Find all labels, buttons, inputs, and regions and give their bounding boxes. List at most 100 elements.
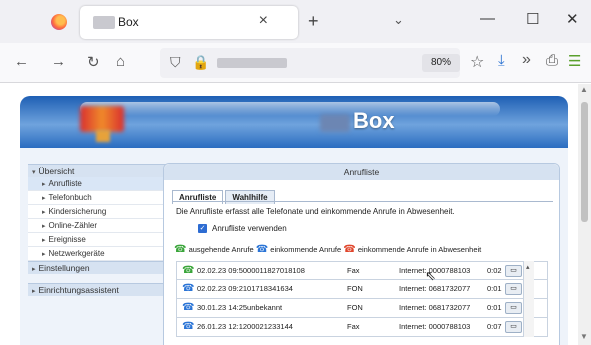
call-duration: 0:02 bbox=[487, 266, 502, 275]
back-button[interactable]: ← bbox=[14, 53, 29, 70]
sidebar-item-telefonbuch[interactable]: ▸ Telefonbuch bbox=[28, 191, 166, 205]
downloads-icon[interactable]: ⤓ bbox=[498, 52, 505, 69]
expand-arrow-icon: ▸ bbox=[32, 266, 36, 273]
sidebar-item-anrufliste[interactable]: ▸ Anrufliste bbox=[28, 177, 166, 191]
expand-arrow-icon: ▸ bbox=[32, 288, 36, 295]
scroll-up-arrow-icon[interactable]: ▴ bbox=[526, 263, 530, 271]
url-text-redacted bbox=[217, 58, 287, 68]
use-call-list-label[interactable]: Anrufliste verwenden bbox=[212, 224, 287, 233]
brand-logo-tail bbox=[96, 130, 110, 142]
sidebar-item-netzwerkgeraete[interactable]: ▸ Netzwerkgeräte bbox=[28, 247, 166, 261]
call-duration: 0:01 bbox=[487, 284, 502, 293]
close-window-button[interactable]: ✕ bbox=[566, 10, 579, 28]
table-row[interactable]: ☎ 02.02.23 09:2101718341634 FON Internet… bbox=[176, 280, 548, 299]
call-device-type: FON bbox=[347, 303, 363, 312]
table-row[interactable]: ☎ 26.01.23 12:1200021233144 Fax Internet… bbox=[176, 318, 548, 337]
tab-close-icon[interactable]: × bbox=[259, 12, 268, 30]
legend-missed: einkommende Anrufe in Abwesenheit bbox=[357, 245, 482, 254]
legend-incoming: einkommende Anrufe bbox=[270, 245, 342, 254]
scroll-down-icon[interactable]: ▼ bbox=[580, 332, 588, 341]
page-body: ▾ Übersicht ▸ Anrufliste ▸ Telefonbuch ▸ Kin… bbox=[20, 148, 568, 345]
scroll-up-icon[interactable]: ▲ bbox=[580, 85, 588, 94]
sidebar-section-label: Übersicht bbox=[38, 166, 75, 176]
connection-lock-icon[interactable]: 🔒 bbox=[192, 54, 209, 71]
call-device-type: Fax bbox=[347, 266, 360, 275]
more-tools-icon[interactable]: » bbox=[522, 51, 531, 69]
call-list-scrollbar[interactable]: ▴ bbox=[523, 261, 534, 337]
missed-call-icon: ☎ bbox=[343, 244, 356, 255]
brand-name-redacted bbox=[320, 114, 350, 132]
sidebar-item-label: Anrufliste bbox=[48, 179, 82, 188]
call-device-type: Fax bbox=[347, 322, 360, 331]
sidebar-item-label: Telefonbuch bbox=[48, 193, 92, 202]
mouse-cursor-icon: ⇖ bbox=[425, 268, 436, 283]
sidebar-section-einstellungen[interactable]: ▸ Einstellungen bbox=[28, 261, 166, 274]
tab-title: Box bbox=[118, 15, 139, 29]
panel-title: Anrufliste bbox=[164, 164, 559, 180]
call-duration: 0:01 bbox=[487, 303, 502, 312]
browser-nav-bar: ← → ↻ ⌂ ⛉ 🔒 80% ☆ ⤓ » ⎙ ☰ bbox=[0, 43, 591, 83]
call-list-panel: Anrufliste Anrufliste Wahlhilfe Die Anruf… bbox=[163, 163, 560, 345]
bullet-icon: ▸ bbox=[42, 223, 46, 230]
bullet-icon: ▸ bbox=[42, 181, 46, 188]
new-tab-button[interactable]: + bbox=[308, 11, 319, 32]
sidebar-section-overview[interactable]: ▾ Übersicht bbox=[28, 164, 166, 177]
panel-description: Die Anrufliste erfasst alle Telefonate u… bbox=[176, 207, 455, 216]
sidebar-section-einrichtungsassistent[interactable]: ▸ Einrichtungsassistent bbox=[28, 283, 166, 296]
call-datetime-number: 02.02.23 09:5000011827018108 bbox=[197, 266, 305, 275]
incoming-call-icon: ☎ bbox=[182, 302, 195, 313]
banner-title: Box bbox=[353, 108, 395, 133]
call-list: ☎ 02.02.23 09:5000011827018108 Fax Inter… bbox=[176, 261, 548, 337]
sidebar-item-online-zaehler[interactable]: ▸ Online-Zähler bbox=[28, 219, 166, 233]
use-call-list-checkbox[interactable]: ✓ bbox=[198, 224, 207, 233]
minimize-button[interactable]: — bbox=[480, 10, 495, 27]
outgoing-call-icon: ☎ bbox=[174, 244, 187, 255]
sidebar-item-kindersicherung[interactable]: ▸ Kindersicherung bbox=[28, 205, 166, 219]
share-icon[interactable]: ⎙ bbox=[546, 52, 558, 69]
add-to-phonebook-button[interactable]: ▭ bbox=[505, 302, 522, 314]
maximize-button[interactable]: ☐ bbox=[526, 10, 539, 28]
add-to-phonebook-button[interactable]: ▭ bbox=[505, 283, 522, 295]
incoming-call-icon: ☎ bbox=[255, 244, 269, 255]
call-extension: Internet: 0000788103 bbox=[399, 322, 471, 331]
zoom-level-badge[interactable]: 80% bbox=[422, 54, 460, 72]
bullet-icon: ▸ bbox=[42, 209, 46, 216]
sidebar-item-label: Netzwerkgeräte bbox=[48, 249, 105, 258]
call-datetime-number: 26.01.23 12:1200021233144 bbox=[197, 322, 293, 331]
call-extension: Internet: 0681732077 bbox=[399, 303, 471, 312]
reload-button[interactable]: ↻ bbox=[87, 53, 100, 71]
tracking-shield-icon[interactable]: ⛉ bbox=[170, 54, 181, 71]
browser-tab-bar: Box × + ⌄ — ☐ ✕ bbox=[0, 0, 591, 43]
add-to-phonebook-button[interactable]: ▭ bbox=[505, 321, 522, 333]
extensions-menu-icon[interactable]: ☰ bbox=[568, 52, 581, 70]
bullet-icon: ▸ bbox=[42, 251, 46, 258]
browser-tab[interactable]: Box × bbox=[80, 6, 298, 39]
collapse-arrow-icon: ▾ bbox=[32, 169, 36, 176]
call-device-type: FON bbox=[347, 284, 363, 293]
scrollbar-thumb[interactable] bbox=[581, 102, 588, 222]
call-datetime-number: 02.02.23 09:2101718341634 bbox=[197, 284, 293, 293]
page-scrollbar[interactable]: ▲ ▼ bbox=[578, 84, 591, 345]
bullet-icon: ▸ bbox=[42, 237, 46, 244]
sidebar-section-label: Einrichtungsassistent bbox=[38, 285, 119, 295]
sidebar-section-label: Einstellungen bbox=[38, 263, 90, 273]
call-duration: 0:07 bbox=[487, 322, 502, 331]
bullet-icon: ▸ bbox=[42, 195, 46, 202]
sidebar-item-ereignisse[interactable]: ▸ Ereignisse bbox=[28, 233, 166, 247]
sidebar-item-label: Kindersicherung bbox=[48, 207, 107, 216]
brand-logo-icon bbox=[80, 106, 124, 132]
firefox-logo-icon[interactable] bbox=[51, 14, 67, 30]
panel-tabs: Anrufliste Wahlhilfe bbox=[172, 187, 277, 204]
tab-favicon-icon bbox=[93, 16, 115, 29]
tab-list-chevron-icon[interactable]: ⌄ bbox=[393, 12, 404, 28]
url-bar[interactable]: ⛉ 🔒 80% bbox=[160, 48, 460, 78]
add-to-phonebook-button[interactable]: ▭ bbox=[505, 265, 522, 277]
forward-button[interactable]: → bbox=[51, 53, 66, 70]
sidebar-navigation: ▾ Übersicht ▸ Anrufliste ▸ Telefonbuch ▸ Kin… bbox=[28, 164, 166, 296]
table-row[interactable]: ☎ 02.02.23 09:5000011827018108 Fax Inter… bbox=[176, 261, 548, 280]
bookmark-star-icon[interactable]: ☆ bbox=[470, 52, 484, 72]
call-type-legend: ☎ ausgehende Anrufe ☎ einkommende Anrufe… bbox=[174, 244, 481, 255]
banner-gloss bbox=[80, 102, 500, 116]
table-row[interactable]: ☎ 30.01.23 14:25unbekannt FON Internet: … bbox=[176, 299, 548, 318]
home-button[interactable]: ⌂ bbox=[116, 53, 125, 70]
